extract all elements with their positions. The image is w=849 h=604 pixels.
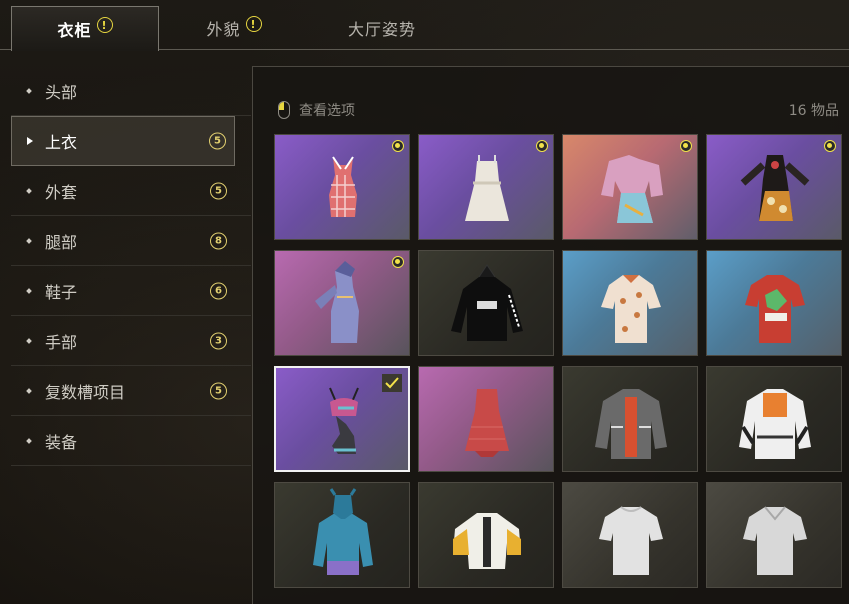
item-card-white-dress[interactable] bbox=[418, 134, 554, 240]
item-card-blue-hooded-dress[interactable] bbox=[274, 250, 410, 356]
sidebar-item-shoes[interactable]: 鞋子 6 bbox=[11, 266, 251, 316]
bullet-icon bbox=[26, 437, 32, 444]
new-item-badge bbox=[392, 256, 404, 268]
count-badge: 5 bbox=[210, 182, 227, 199]
item-card-black-hoodie[interactable] bbox=[418, 250, 554, 356]
bullet-icon bbox=[26, 237, 32, 244]
tab-label: 大厅姿势 bbox=[347, 20, 416, 39]
plaid-swimsuit-icon bbox=[329, 156, 357, 217]
item-card-yellow-bomber[interactable] bbox=[418, 482, 554, 588]
count-badge: 5 bbox=[209, 132, 226, 150]
new-item-badge bbox=[392, 140, 404, 152]
sidebar-item-top[interactable]: 上衣 5 bbox=[11, 116, 235, 166]
bullet-icon bbox=[26, 187, 32, 194]
item-card-red-tshirt[interactable] bbox=[706, 250, 842, 356]
tab-appearance[interactable]: 外貌 ! bbox=[160, 6, 308, 50]
white-tshirt-2-icon bbox=[743, 506, 807, 575]
view-options-label: 查看选项 bbox=[299, 103, 355, 119]
tab-bar: 衣柜 ! 外貌 ! 大厅姿势 bbox=[0, 0, 849, 51]
sidebar-item-label: 装备 bbox=[45, 432, 78, 452]
bullet-icon bbox=[26, 87, 32, 94]
red-tshirt-icon bbox=[745, 275, 805, 343]
sidebar-item-equipment[interactable]: 装备 bbox=[11, 416, 251, 466]
view-options-button[interactable]: 查看选项 bbox=[278, 98, 355, 122]
bullet-icon bbox=[26, 387, 32, 394]
tab-label: 衣柜 bbox=[57, 21, 92, 40]
count-badge: 3 bbox=[210, 332, 227, 349]
sidebar-item-legs[interactable]: 腿部 8 bbox=[11, 216, 251, 266]
item-card-red-mini-dress[interactable] bbox=[418, 366, 554, 472]
warning-icon: ! bbox=[96, 17, 113, 33]
sidebar-item-label: 上衣 bbox=[45, 133, 78, 152]
new-item-badge bbox=[536, 140, 548, 152]
arrow-right-icon bbox=[27, 137, 33, 145]
white-dress-icon bbox=[465, 155, 509, 221]
new-item-badge bbox=[680, 140, 692, 152]
sidebar-item-head[interactable]: 头部 bbox=[11, 66, 251, 116]
sidebar-item-coat[interactable]: 外套 5 bbox=[11, 166, 251, 216]
bullet-icon bbox=[26, 287, 32, 294]
blue-hooded-dress-icon bbox=[315, 261, 359, 343]
new-item-badge bbox=[824, 140, 836, 152]
white-orange-jacket-icon bbox=[739, 389, 811, 459]
printed-shirt-icon bbox=[601, 275, 661, 343]
tab-label: 外貌 bbox=[206, 20, 241, 39]
item-card-plaid-swimsuit[interactable] bbox=[274, 134, 410, 240]
checkmark-icon bbox=[382, 374, 402, 392]
sidebar-item-label: 手部 bbox=[45, 332, 78, 352]
sidebar-item-label: 头部 bbox=[45, 82, 78, 102]
item-card-pink-jacket-dress[interactable] bbox=[562, 134, 698, 240]
item-card-grey-orange-jacket[interactable] bbox=[562, 366, 698, 472]
yellow-bomber-icon bbox=[453, 513, 521, 569]
pink-jacket-dress-icon bbox=[601, 155, 663, 223]
red-mini-dress-icon bbox=[465, 389, 509, 457]
warning-icon: ! bbox=[245, 16, 262, 32]
item-card-white-tshirt[interactable] bbox=[562, 482, 698, 588]
count-badge: 5 bbox=[210, 382, 227, 399]
category-sidebar: 头部 上衣 5 外套 5 腿部 8 鞋子 6 手部 3 复数槽项目 5 装备 bbox=[11, 66, 251, 466]
count-badge: 8 bbox=[210, 232, 227, 249]
item-card-bikini-monokini[interactable] bbox=[274, 366, 410, 472]
tab-lobby-pose[interactable]: 大厅姿势 bbox=[308, 6, 456, 50]
white-tshirt-icon bbox=[599, 506, 663, 575]
item-card-teal-hoodie[interactable] bbox=[274, 482, 410, 588]
bullet-icon bbox=[26, 337, 32, 344]
sidebar-item-multi-slot[interactable]: 复数槽项目 5 bbox=[11, 366, 251, 416]
sidebar-item-label: 外套 bbox=[45, 182, 78, 202]
black-hoodie-icon bbox=[451, 264, 523, 341]
count-badge: 6 bbox=[210, 282, 227, 299]
item-card-floral-dress[interactable] bbox=[706, 134, 842, 240]
sidebar-item-label: 鞋子 bbox=[45, 282, 78, 302]
sidebar-item-label: 腿部 bbox=[45, 232, 78, 252]
teal-hoodie-icon bbox=[313, 488, 373, 575]
item-card-white-orange-jacket[interactable] bbox=[706, 366, 842, 472]
item-card-printed-shirt[interactable] bbox=[562, 250, 698, 356]
floral-dress-icon bbox=[740, 155, 810, 221]
sidebar-item-hands[interactable]: 手部 3 bbox=[11, 316, 251, 366]
item-card-white-tshirt-2[interactable] bbox=[706, 482, 842, 588]
grey-orange-jacket-icon bbox=[595, 389, 667, 459]
sidebar-item-label: 复数槽项目 bbox=[45, 382, 126, 402]
mouse-icon bbox=[278, 101, 290, 119]
item-count: 16 物品 bbox=[788, 103, 839, 119]
tab-wardrobe[interactable]: 衣柜 ! bbox=[11, 6, 159, 51]
